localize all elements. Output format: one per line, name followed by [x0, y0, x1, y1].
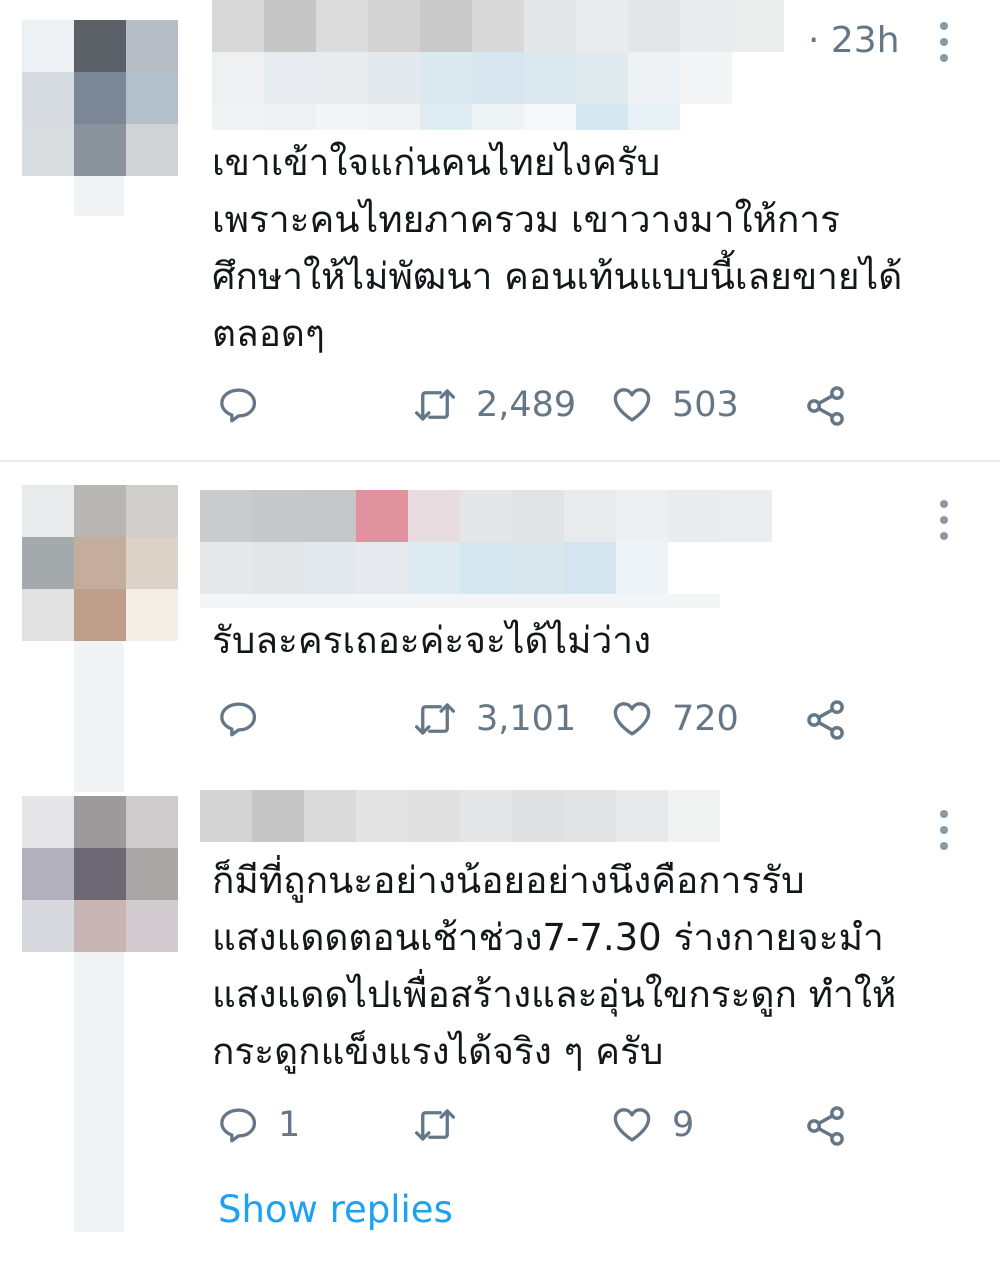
heart-icon	[613, 702, 651, 736]
tweet-text: เขาเข้าใจแก่นคนไทยไงครับ เพราะคนไทยภาครว…	[212, 141, 903, 355]
more-options-icon[interactable]	[939, 22, 949, 62]
retweet-count: 2,489	[476, 385, 577, 425]
retweet-icon	[414, 703, 456, 735]
heart-icon	[613, 388, 651, 422]
author-name-redacted[interactable]	[212, 0, 784, 130]
retweet-button[interactable]	[412, 1104, 476, 1146]
reply-icon	[220, 388, 257, 423]
like-button[interactable]: 503	[610, 384, 739, 426]
thread-line	[74, 176, 124, 216]
share-button[interactable]	[804, 384, 848, 428]
share-icon	[807, 1106, 844, 1146]
author-name-redacted[interactable]	[200, 490, 772, 608]
avatar[interactable]	[22, 485, 178, 641]
like-button[interactable]: 9	[610, 1104, 694, 1146]
thread-line	[74, 950, 124, 1232]
like-count: 503	[672, 385, 739, 425]
tweet-text: รับละครเถอะค่ะจะได้ไม่ว่าง	[212, 619, 652, 662]
heart-icon	[613, 1108, 651, 1142]
retweet-button[interactable]: 2,489	[412, 384, 576, 426]
reply-button[interactable]	[218, 698, 278, 740]
retweet-icon	[414, 389, 456, 421]
avatar[interactable]	[22, 796, 178, 952]
retweet-count: 3,101	[476, 699, 577, 739]
more-options-icon[interactable]	[939, 810, 949, 850]
share-button[interactable]	[804, 1104, 848, 1148]
reply-count: 1	[278, 1105, 301, 1145]
like-count: 720	[672, 699, 739, 739]
share-icon	[807, 386, 844, 426]
reply-icon	[220, 1108, 257, 1143]
share-button[interactable]	[804, 698, 848, 742]
like-count: 9	[672, 1105, 695, 1145]
tweet-text: ก็มีที่ถูกนะอย่างน้อยอย่างนึงคือการรับ แ…	[212, 859, 897, 1073]
reply-button[interactable]	[218, 384, 278, 426]
like-button[interactable]: 720	[610, 698, 739, 740]
avatar[interactable]	[22, 20, 178, 176]
tweet-divider	[0, 460, 1000, 462]
retweet-icon	[414, 1109, 456, 1141]
retweet-button[interactable]: 3,101	[412, 698, 576, 740]
show-replies-link[interactable]: Show replies	[218, 1188, 453, 1231]
author-name-redacted[interactable]	[200, 790, 720, 842]
tweet-timestamp[interactable]: · 23h	[808, 20, 900, 61]
more-options-icon[interactable]	[939, 500, 949, 540]
reply-button[interactable]: 1	[218, 1104, 300, 1146]
thread-line	[74, 640, 124, 792]
reply-icon	[220, 702, 257, 737]
share-icon	[807, 700, 844, 740]
